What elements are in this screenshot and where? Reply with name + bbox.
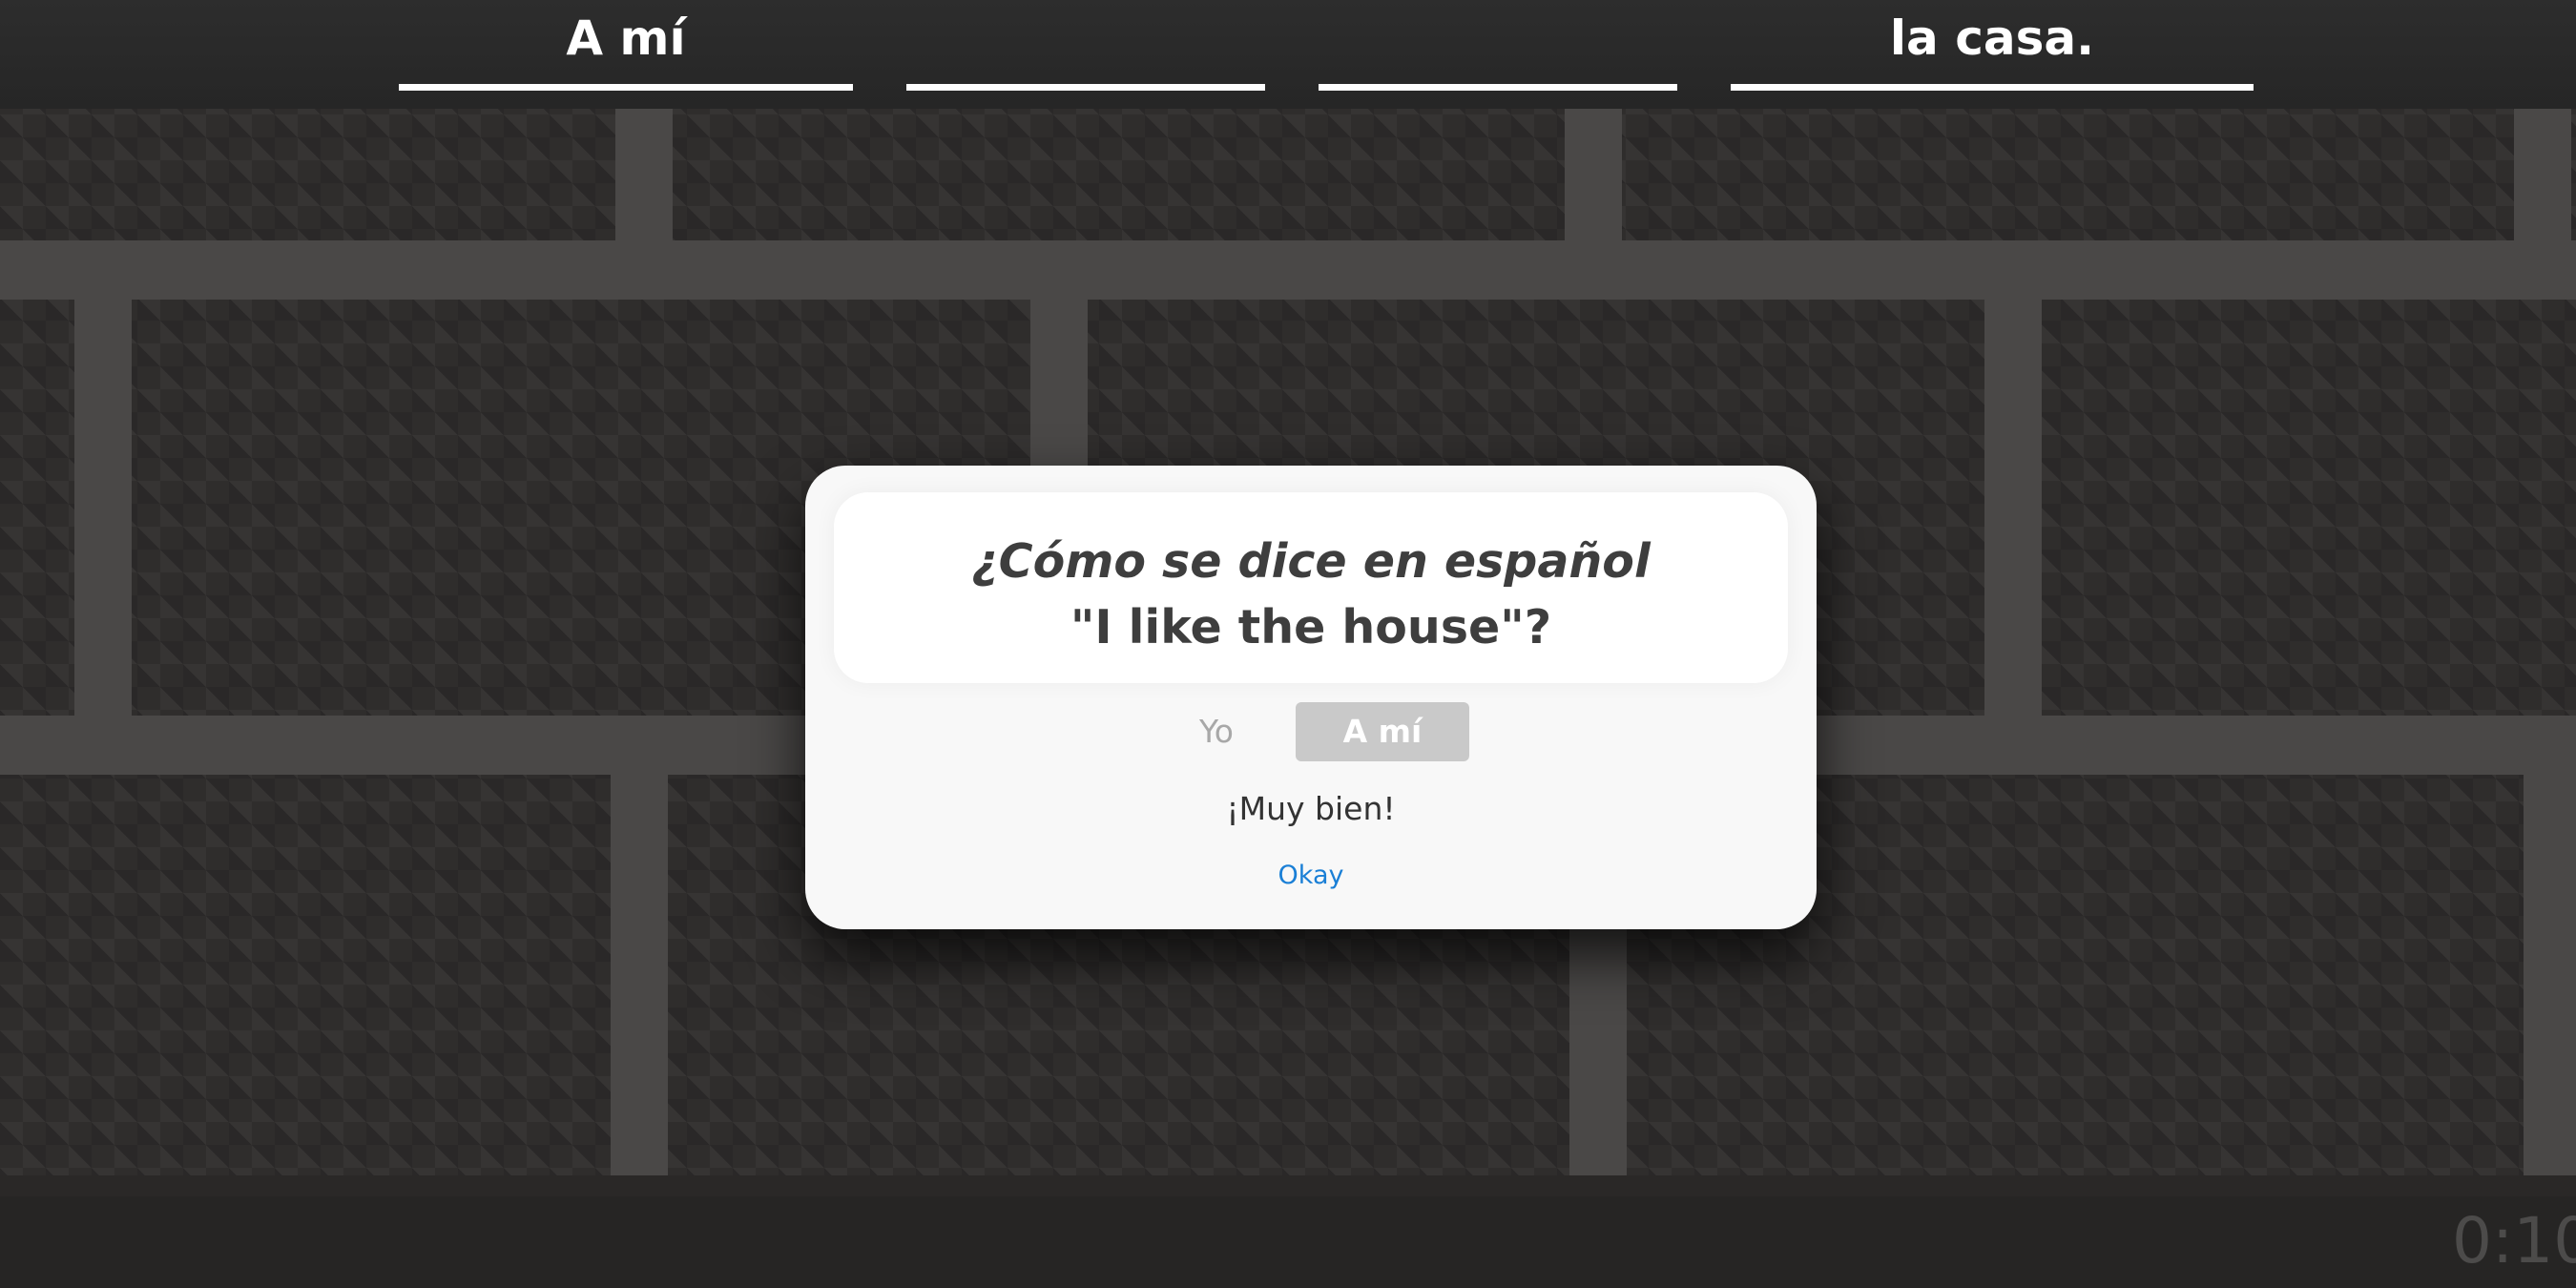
question-prompt: ¿Cómo se dice en español (971, 534, 1651, 589)
choice-a-mi-button[interactable]: A mí (1296, 702, 1469, 761)
okay-button[interactable]: Okay (1263, 861, 1359, 890)
mortar-line (611, 775, 668, 1175)
choice-yo-button[interactable]: Yo (1164, 702, 1269, 761)
answer-slot-2[interactable] (906, 0, 1265, 91)
question-phrase: "I like the house"? (1070, 600, 1552, 654)
mortar-line (2514, 109, 2571, 240)
question-box: ¿Cómo se dice en español "I like the hou… (834, 492, 1788, 683)
mortar-line (2524, 775, 2576, 1175)
mortar-line (615, 109, 673, 240)
timer: 0:10 (2452, 1204, 2576, 1278)
question-dialog: ¿Cómo se dice en español "I like the hou… (805, 466, 1817, 929)
answer-slot-1[interactable]: A mí (399, 0, 853, 91)
answer-slot-3[interactable] (1319, 0, 1677, 91)
mortar-line (1984, 300, 2042, 716)
bottom-bar (0, 1196, 2576, 1288)
feedback-message: ¡Muy bien! (1226, 790, 1396, 827)
bottom-strip (0, 1175, 2576, 1196)
answer-slot-4[interactable]: la casa. (1731, 0, 2254, 91)
mortar-line (0, 240, 2576, 300)
mortar-line (1565, 109, 1622, 240)
mortar-line (74, 300, 132, 716)
answer-bar: A mí la casa. (0, 0, 2576, 109)
